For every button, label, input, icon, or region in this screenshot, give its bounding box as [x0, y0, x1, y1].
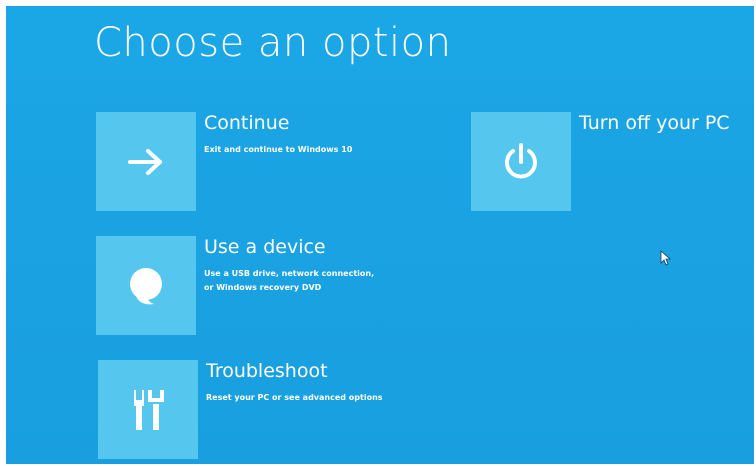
troubleshoot-tile[interactable] — [98, 360, 198, 459]
use-a-device-description-line-2: or Windows recovery DVD — [204, 283, 322, 292]
use-a-device-label: Use a device — [204, 236, 326, 258]
tools-icon — [134, 389, 164, 430]
arrow-right-icon — [128, 148, 162, 175]
mouse-cursor-icon — [660, 250, 672, 266]
use-a-device-tile[interactable] — [96, 236, 196, 335]
use-a-device-description-line-1: Use a USB drive, network connection, — [204, 269, 375, 278]
device-icon — [130, 267, 162, 304]
turn-off-label: Turn off your PC — [579, 112, 730, 134]
continue-description: Exit and continue to Windows 10 — [204, 145, 353, 154]
troubleshoot-option[interactable]: Troubleshoot Reset your PC or see advanc… — [98, 360, 428, 460]
continue-label: Continue — [204, 112, 290, 134]
use-a-device-description: Use a USB drive, network connection, or … — [204, 267, 374, 295]
turn-off-option[interactable]: Turn off your PC — [471, 112, 751, 212]
recovery-screen: Choose an option Continue Exit and conti… — [6, 6, 754, 464]
continue-option[interactable]: Continue Exit and continue to Windows 10 — [96, 112, 396, 212]
use-a-device-option[interactable]: Use a device Use a USB drive, network co… — [96, 236, 416, 336]
turn-off-tile[interactable] — [471, 112, 571, 211]
page-title: Choose an option — [94, 20, 452, 66]
troubleshoot-description: Reset your PC or see advanced options — [206, 393, 383, 402]
continue-tile[interactable] — [96, 112, 196, 211]
power-icon — [505, 142, 537, 178]
troubleshoot-label: Troubleshoot — [206, 360, 328, 382]
